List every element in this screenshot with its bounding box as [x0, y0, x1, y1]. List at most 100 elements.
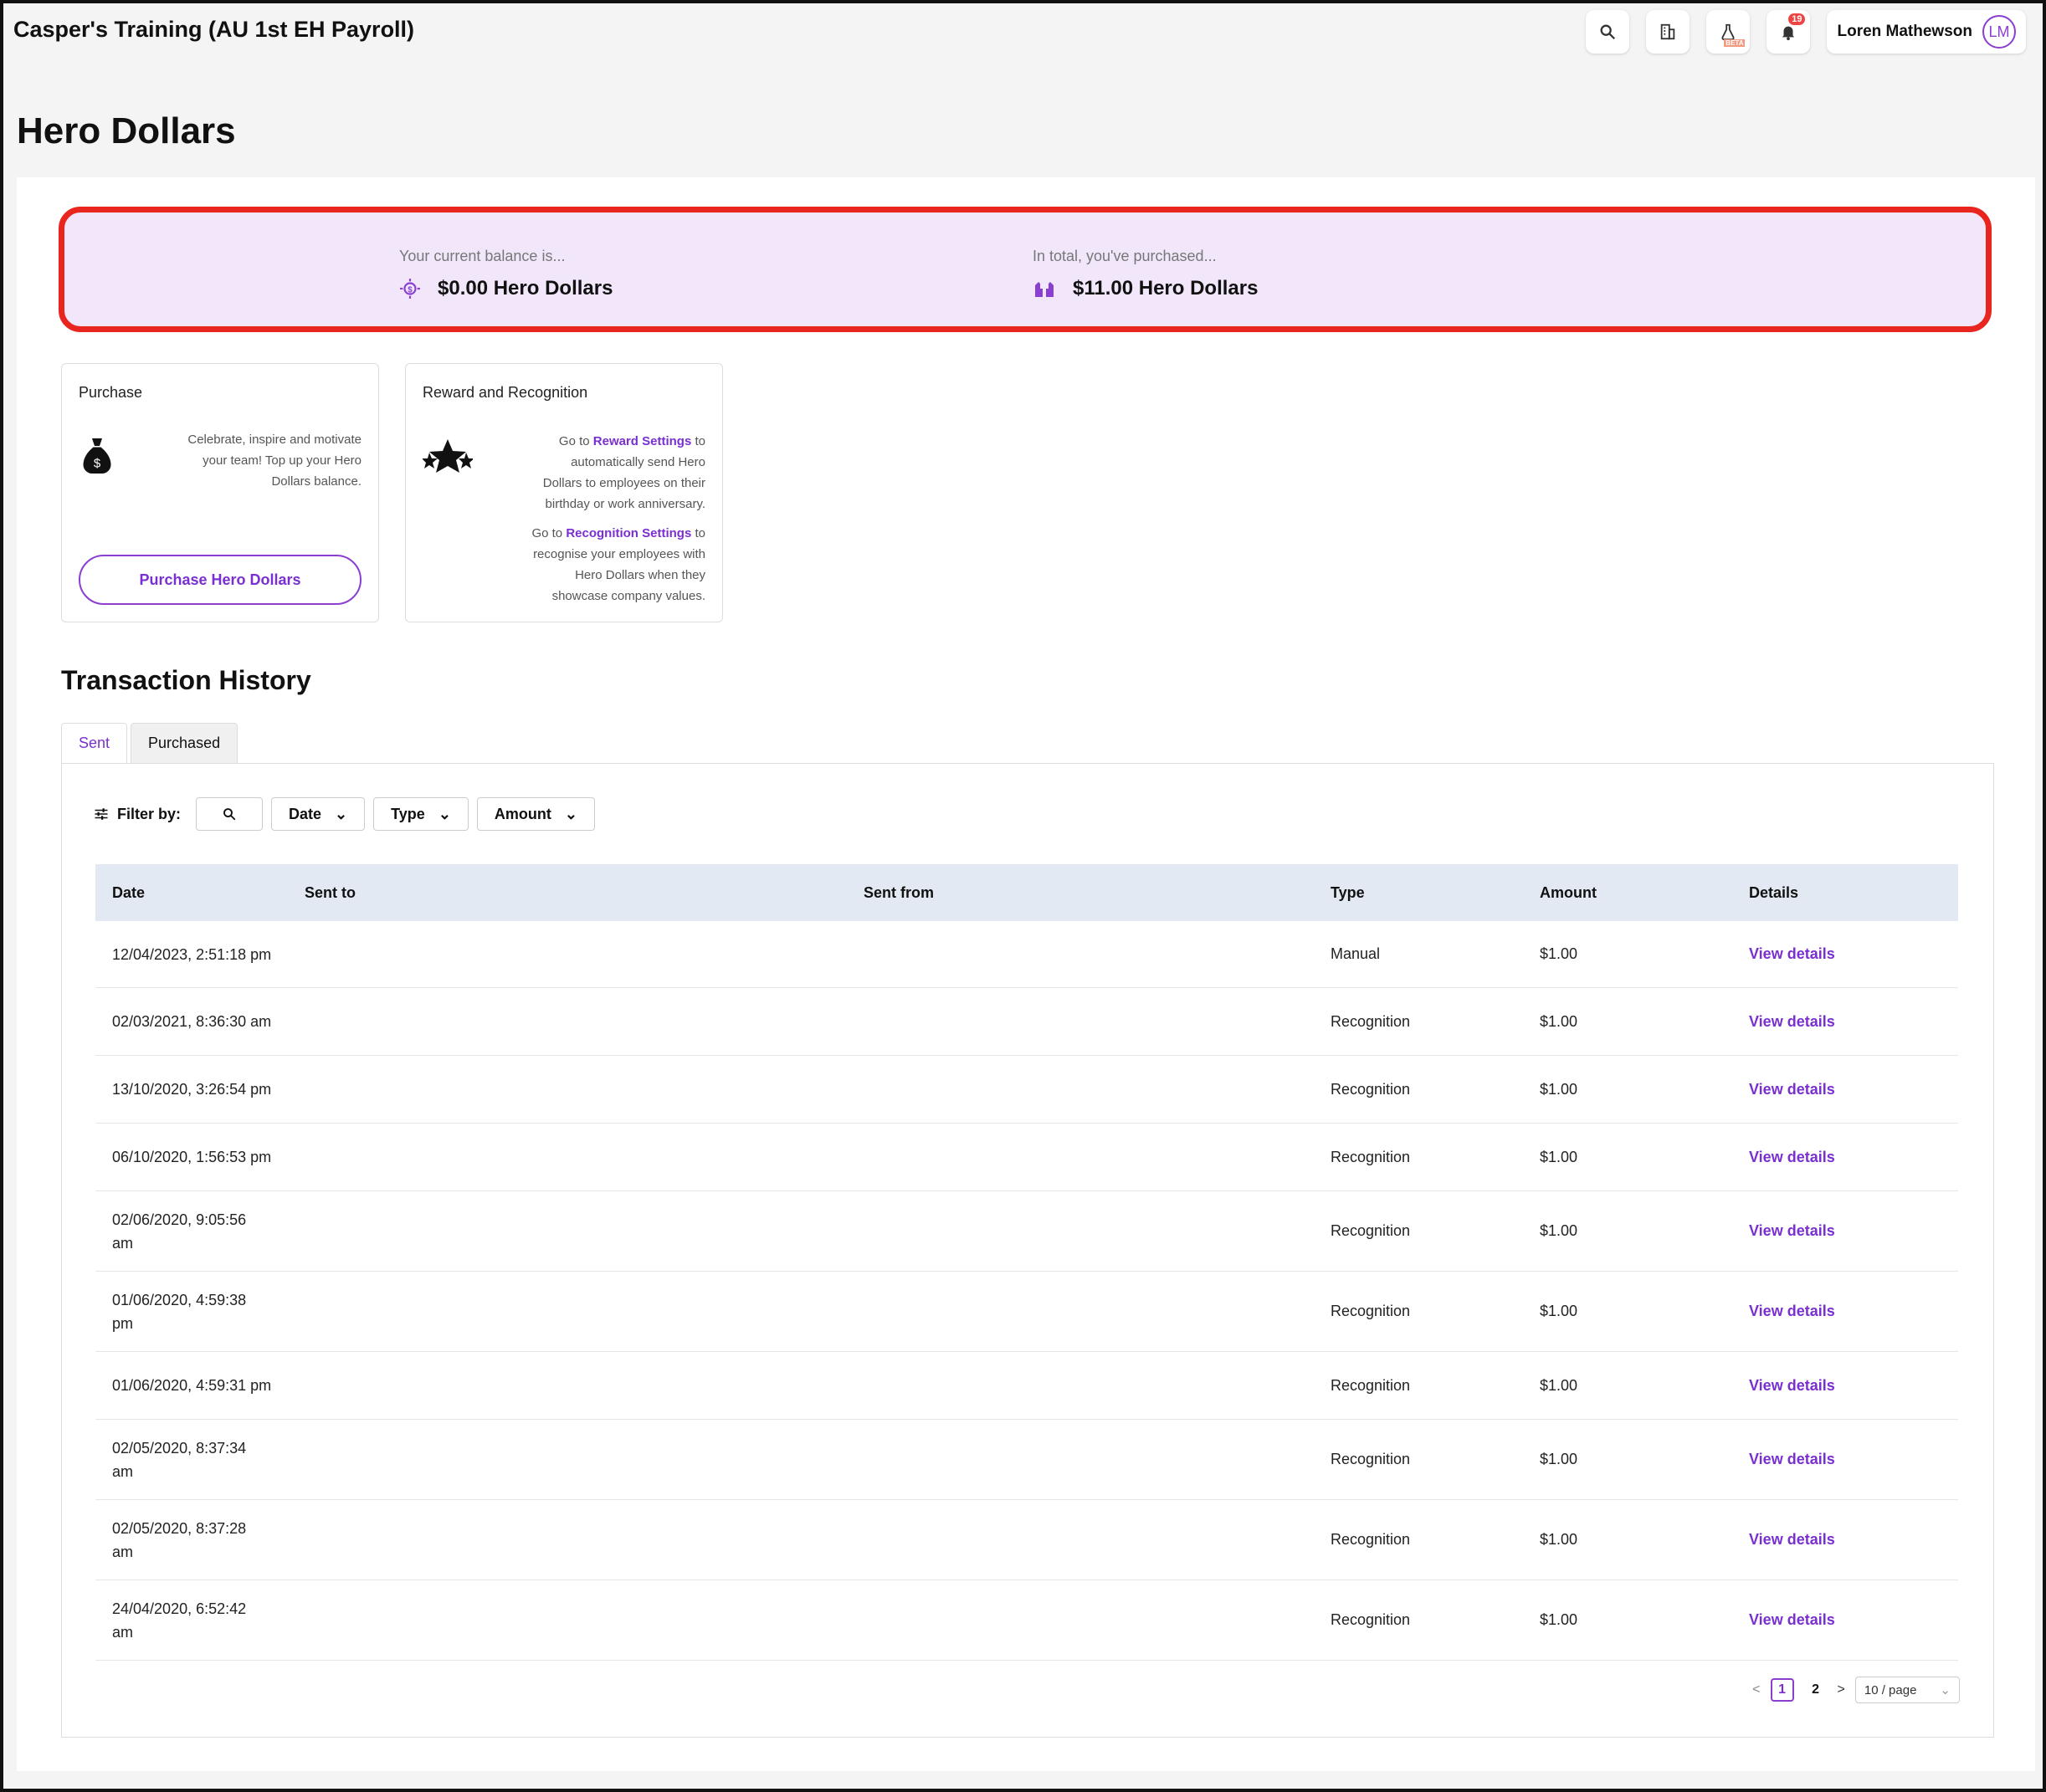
row-date: 01/06/2020, 4:59:38 pm: [112, 1291, 247, 1332]
reward-settings-link[interactable]: Reward Settings: [593, 434, 692, 448]
purchase-card-title: Purchase: [79, 384, 143, 401]
view-details-link[interactable]: View details: [1749, 1531, 1958, 1549]
money-bag-icon: $: [83, 438, 111, 474]
row-date: 12/04/2023, 2:51:18 pm: [112, 945, 272, 963]
filter-type-button[interactable]: Type ⌄: [373, 797, 469, 831]
row-amount: $1.00: [1540, 1451, 1578, 1467]
avatar: LM: [1982, 15, 2016, 49]
table-header: Date Sent to Sent from Type Amount Detai…: [95, 864, 1958, 921]
total-purchased-value: $11.00 Hero Dollars: [1073, 277, 1259, 300]
notification-count-badge: 19: [1788, 13, 1806, 25]
col-sent-to: Sent to: [305, 883, 356, 901]
tab-purchased[interactable]: Purchased: [131, 723, 238, 763]
svg-text:$: $: [94, 457, 101, 471]
row-date: 01/06/2020, 4:59:31 pm: [112, 1377, 272, 1394]
row-amount: $1.00: [1540, 1080, 1578, 1098]
row-date: 02/03/2021, 8:36:30 am: [112, 1013, 272, 1030]
search-button[interactable]: [1586, 10, 1630, 54]
purchase-card: Purchase $ Celebrate, inspire and motiva…: [61, 363, 379, 622]
col-amount: Amount: [1540, 883, 1597, 901]
bell-icon: [1782, 26, 1795, 41]
table-row: 02/03/2021, 8:36:30 am Recognition $1.00 Vi…: [95, 988, 1958, 1056]
row-date: 06/10/2020, 1:56:53 pm: [112, 1149, 272, 1165]
row-amount: $1.00: [1540, 945, 1578, 962]
row-type: Recognition: [1331, 1451, 1411, 1467]
view-details-link[interactable]: View details: [1749, 1149, 1958, 1166]
col-details: Details: [1749, 883, 1799, 901]
user-name: Loren Mathewson: [1837, 23, 1972, 40]
row-type: Recognition: [1331, 1303, 1411, 1319]
filter-date-button[interactable]: Date ⌄: [271, 797, 366, 831]
company-button[interactable]: [1646, 10, 1690, 54]
top-bar: Casper's Training (AU 1st EH Payroll) BE…: [3, 3, 2043, 62]
row-date: 24/04/2020, 6:52:42 am: [112, 1600, 247, 1641]
filter-label-text: Filter by:: [117, 805, 182, 822]
total-purchased-block: In total, you've purchased... $11.00 Her…: [1033, 248, 1258, 300]
table-row: 02/05/2020, 8:37:34 am Recognition $1.00 Vi…: [95, 1420, 1958, 1500]
view-details-link[interactable]: View details: [1749, 1303, 1958, 1320]
view-details-link[interactable]: View details: [1749, 945, 1958, 963]
row-type: Recognition: [1331, 1611, 1411, 1628]
row-amount: $1.00: [1540, 1611, 1578, 1628]
reward-recognition-card: Reward and Recognition Go to Reward Sett…: [405, 363, 723, 622]
coin-sparkle-icon: $: [400, 279, 420, 299]
purchase-hero-dollars-button[interactable]: Purchase Hero Dollars: [79, 555, 362, 605]
transaction-history-title: Transaction History: [61, 665, 311, 695]
row-amount: $1.00: [1540, 1376, 1578, 1394]
chevron-down-icon: ⌄: [1940, 1683, 1951, 1697]
row-amount: $1.00: [1540, 1012, 1578, 1030]
chevron-down-icon: ⌄: [335, 805, 348, 822]
view-details-link[interactable]: View details: [1749, 1451, 1958, 1468]
table-row: 01/06/2020, 4:59:38 pm Recognition $1.00 Vi…: [95, 1272, 1958, 1352]
row-amount: $1.00: [1540, 1222, 1578, 1239]
row-date: 02/06/2020, 9:05:56 am: [112, 1211, 247, 1252]
reward-card-title: Reward and Recognition: [423, 384, 588, 401]
recognition-settings-link[interactable]: Recognition Settings: [566, 526, 691, 540]
user-menu-button[interactable]: Loren Mathewson LM: [1827, 10, 2026, 54]
pagination: < 1 2 > 10 / page ⌄: [1752, 1677, 1960, 1703]
row-date: 02/05/2020, 8:37:28 am: [112, 1519, 247, 1560]
filter-search-button[interactable]: [196, 797, 264, 831]
recognition-settings-text: Go to Recognition Settings to recognise …: [530, 523, 705, 607]
transactions-panel: Filter by: Date ⌄ Type ⌄ Amount ⌄ Date Sent…: [61, 763, 1994, 1738]
view-details-link[interactable]: View details: [1749, 1222, 1958, 1240]
sliders-icon: [95, 808, 108, 820]
chevron-down-icon: ⌄: [564, 805, 577, 822]
table-row: 02/05/2020, 8:37:28 am Recognition $1.00 Vi…: [95, 1500, 1958, 1580]
table-body: 12/04/2023, 2:51:18 pm Manual $1.00 View de…: [95, 921, 1958, 1661]
page-title: Hero Dollars: [17, 110, 236, 151]
page-1-button[interactable]: 1: [1770, 1678, 1794, 1702]
table-row: 06/10/2020, 1:56:53 pm Recognition $1.00 Vi…: [95, 1124, 1958, 1191]
total-purchased-label: In total, you've purchased...: [1033, 248, 1217, 264]
filter-type-label: Type: [391, 805, 425, 822]
table-row: 12/04/2023, 2:51:18 pm Manual $1.00 View de…: [95, 921, 1958, 988]
filter-amount-button[interactable]: Amount ⌄: [476, 797, 595, 831]
chevron-down-icon: ⌄: [438, 805, 451, 822]
next-page-icon[interactable]: >: [1838, 1682, 1845, 1697]
table-row: 02/06/2020, 9:05:56 am Recognition $1.00 Vi…: [95, 1191, 1958, 1272]
current-balance-row: $ $0.00 Hero Dollars: [399, 277, 613, 300]
col-type: Type: [1331, 883, 1365, 901]
svg-text:$: $: [408, 285, 413, 294]
search-icon: [223, 808, 236, 821]
table-row: 01/06/2020, 4:59:31 pm Recognition $1.00 Vi…: [95, 1352, 1958, 1420]
view-details-link[interactable]: View details: [1749, 1611, 1958, 1629]
tab-sent[interactable]: Sent: [61, 723, 128, 763]
transactions-table: Date Sent to Sent from Type Amount Detai…: [95, 864, 1958, 1661]
beta-lab-button[interactable]: BETA: [1706, 10, 1751, 54]
table-row: 13/10/2020, 3:26:54 pm Recognition $1.00 Vi…: [95, 1056, 1958, 1124]
page-2-button[interactable]: 2: [1804, 1678, 1828, 1702]
page-size-select[interactable]: 10 / page ⌄: [1854, 1677, 1960, 1703]
total-purchased-row: $11.00 Hero Dollars: [1033, 277, 1258, 300]
row-type: Recognition: [1331, 1531, 1411, 1548]
view-details-link[interactable]: View details: [1749, 1013, 1958, 1031]
col-date: Date: [112, 884, 146, 901]
prev-page-icon[interactable]: <: [1752, 1682, 1760, 1697]
purchase-card-text: Celebrate, inspire and motivate your tea…: [187, 433, 362, 489]
view-details-link[interactable]: View details: [1749, 1081, 1958, 1098]
notifications-button[interactable]: 19: [1767, 10, 1811, 54]
row-type: Recognition: [1331, 1012, 1411, 1030]
current-balance-value: $0.00 Hero Dollars: [438, 277, 613, 300]
reward-text-pre: Go to: [558, 434, 593, 448]
view-details-link[interactable]: View details: [1749, 1377, 1958, 1395]
